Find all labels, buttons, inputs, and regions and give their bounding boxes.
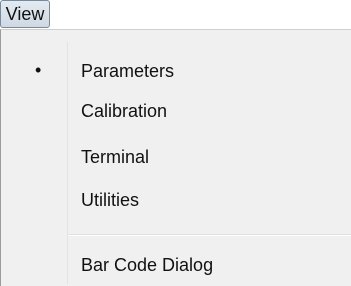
app-window: View • Parameters Calibration Terminal U… <box>0 0 351 286</box>
menu-item-label: Parameters <box>81 61 175 81</box>
menu-item-label: Terminal <box>81 147 150 167</box>
menu-item-parameters[interactable]: • Parameters <box>1 51 351 91</box>
selected-bullet-icon: • <box>35 60 42 80</box>
menu-item-calibration[interactable]: Calibration <box>1 91 351 131</box>
menu-item-bar-code-dialog[interactable]: Bar Code Dialog <box>1 245 351 285</box>
menu-item-label: Bar Code Dialog <box>81 255 214 275</box>
menu-item-label: Calibration <box>81 101 168 121</box>
menu-item-label: Utilities <box>81 190 140 210</box>
menu-item-utilities[interactable]: Utilities <box>1 180 351 220</box>
view-dropdown-menu: • Parameters Calibration Terminal Utilit… <box>0 29 351 286</box>
menu-separator <box>69 234 351 236</box>
menu-item-terminal[interactable]: Terminal <box>1 137 351 177</box>
view-menu-button[interactable]: View <box>0 0 50 28</box>
